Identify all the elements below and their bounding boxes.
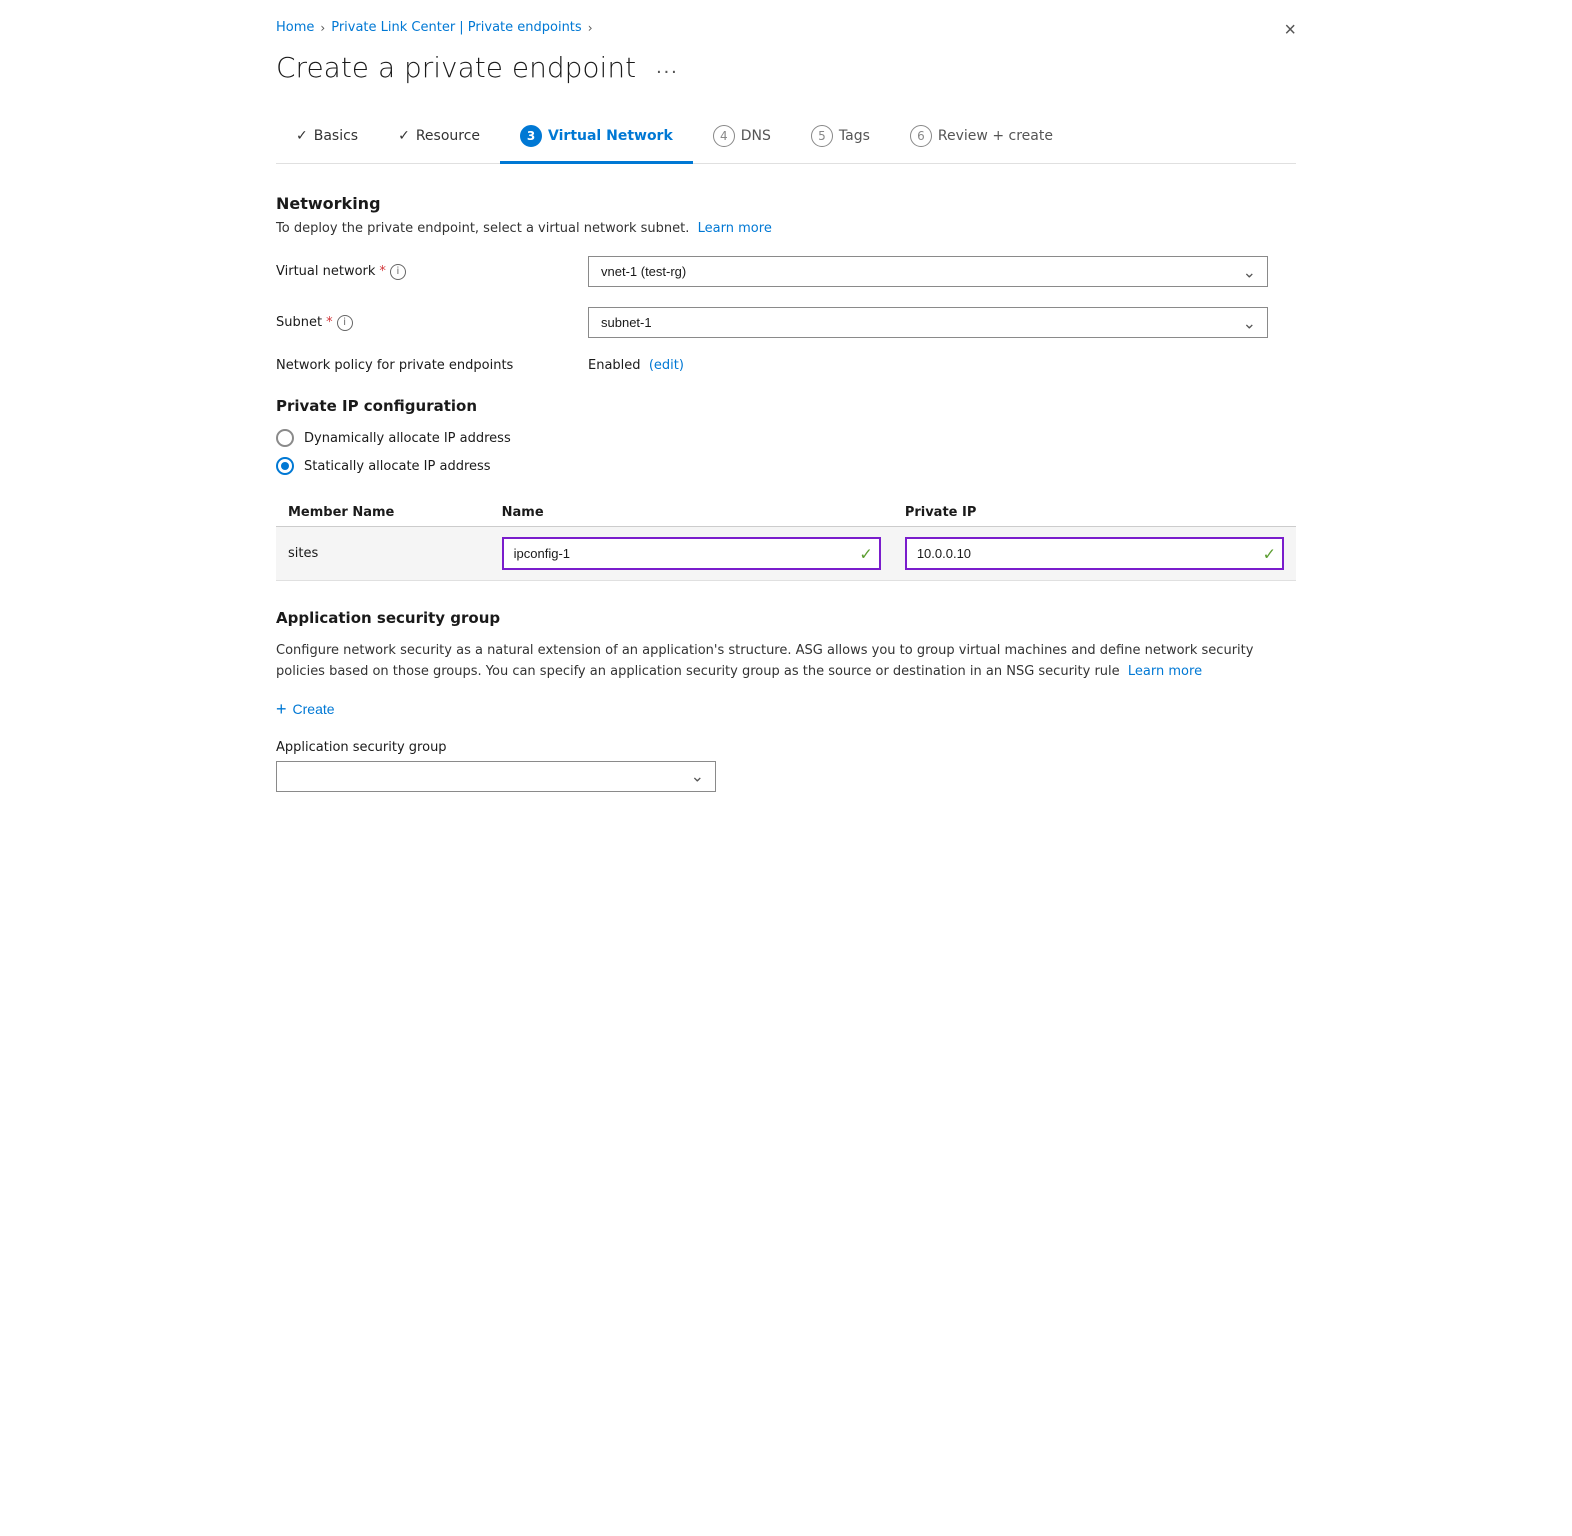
asg-create-button[interactable]: + Create bbox=[276, 699, 335, 720]
subnet-control: subnet-1 bbox=[588, 307, 1268, 338]
tab-dns[interactable]: 4 DNS bbox=[693, 115, 791, 164]
tab-resource[interactable]: ✓ Resource bbox=[378, 118, 500, 161]
cell-private-ip: ✓ bbox=[893, 527, 1296, 581]
network-policy-row: Network policy for private endpoints Ena… bbox=[276, 358, 1296, 373]
asg-learn-more[interactable]: Learn more bbox=[1128, 664, 1202, 679]
breadcrumb-sep-2: › bbox=[588, 21, 593, 35]
tab-virtual-network-circle: 3 bbox=[520, 125, 542, 147]
virtual-network-label: Virtual network * i bbox=[276, 264, 576, 280]
networking-learn-more[interactable]: Learn more bbox=[698, 221, 772, 236]
radio-static[interactable]: Statically allocate IP address bbox=[276, 457, 1296, 475]
asg-field-label: Application security group bbox=[276, 740, 1296, 755]
asg-create-label: Create bbox=[293, 701, 335, 717]
radio-dynamic-label: Dynamically allocate IP address bbox=[304, 431, 511, 446]
radio-static-label: Statically allocate IP address bbox=[304, 459, 491, 474]
policy-label: Network policy for private endpoints bbox=[276, 358, 576, 373]
tab-review-create[interactable]: 6 Review + create bbox=[890, 115, 1073, 164]
private-ip-title: Private IP configuration bbox=[276, 397, 1296, 415]
subnet-info-icon[interactable]: i bbox=[337, 315, 353, 331]
tab-resource-check: ✓ bbox=[398, 128, 410, 144]
tab-basics[interactable]: ✓ Basics bbox=[276, 118, 378, 161]
asg-select-wrapper bbox=[276, 761, 716, 792]
cell-member-name: sites bbox=[276, 527, 490, 581]
tab-review-create-label: Review + create bbox=[938, 128, 1053, 144]
networking-title: Networking bbox=[276, 194, 1296, 213]
subnet-select-wrapper: subnet-1 bbox=[588, 307, 1268, 338]
networking-desc: To deploy the private endpoint, select a… bbox=[276, 221, 1296, 236]
radio-group: Dynamically allocate IP address Statical… bbox=[276, 429, 1296, 475]
subnet-label: Subnet * i bbox=[276, 315, 576, 331]
private-ip-section: Private IP configuration Dynamically all… bbox=[276, 397, 1296, 581]
breadcrumb: Home › Private Link Center | Private end… bbox=[276, 20, 1296, 35]
virtual-network-select-wrapper: vnet-1 (test-rg) bbox=[588, 256, 1268, 287]
page-title: Create a private endpoint bbox=[276, 51, 636, 84]
ellipsis-button[interactable]: ... bbox=[648, 52, 687, 83]
radio-static-btn[interactable] bbox=[276, 457, 294, 475]
tab-basics-check: ✓ bbox=[296, 128, 308, 144]
ip-table: Member Name Name Private IP sites ✓ bbox=[276, 499, 1296, 581]
close-button[interactable]: × bbox=[1284, 20, 1296, 40]
tab-dns-circle: 4 bbox=[713, 125, 735, 147]
tab-virtual-network-label: Virtual Network bbox=[548, 128, 673, 144]
radio-dynamic[interactable]: Dynamically allocate IP address bbox=[276, 429, 1296, 447]
tab-tags[interactable]: 5 Tags bbox=[791, 115, 890, 164]
wizard-tabs: ✓ Basics ✓ Resource 3 Virtual Network 4 … bbox=[276, 114, 1296, 164]
tab-dns-label: DNS bbox=[741, 128, 771, 144]
breadcrumb-home[interactable]: Home bbox=[276, 20, 314, 35]
tab-review-circle: 6 bbox=[910, 125, 932, 147]
radio-dynamic-btn[interactable] bbox=[276, 429, 294, 447]
plus-icon: + bbox=[276, 699, 287, 720]
policy-value: Enabled (edit) bbox=[588, 358, 684, 373]
private-ip-check-icon: ✓ bbox=[1263, 544, 1276, 563]
col-name: Name bbox=[490, 499, 893, 527]
virtual-network-required: * bbox=[379, 264, 386, 279]
tab-virtual-network[interactable]: 3 Virtual Network bbox=[500, 115, 693, 164]
networking-section: Networking To deploy the private endpoin… bbox=[276, 194, 1296, 373]
tab-basics-label: Basics bbox=[314, 128, 358, 144]
breadcrumb-sep-1: › bbox=[320, 21, 325, 35]
col-member-name: Member Name bbox=[276, 499, 490, 527]
name-input-wrapper: ✓ bbox=[502, 537, 881, 570]
asg-title: Application security group bbox=[276, 609, 1296, 627]
asg-field: Application security group bbox=[276, 740, 1296, 792]
name-check-icon: ✓ bbox=[859, 544, 872, 563]
ip-table-header-row: Member Name Name Private IP bbox=[276, 499, 1296, 527]
virtual-network-control: vnet-1 (test-rg) bbox=[588, 256, 1268, 287]
table-row: sites ✓ ✓ bbox=[276, 527, 1296, 581]
virtual-network-info-icon[interactable]: i bbox=[390, 264, 406, 280]
col-private-ip: Private IP bbox=[893, 499, 1296, 527]
page-header: Create a private endpoint ... bbox=[276, 51, 1296, 84]
subnet-required: * bbox=[326, 315, 333, 330]
name-input[interactable] bbox=[502, 537, 881, 570]
virtual-network-select[interactable]: vnet-1 (test-rg) bbox=[588, 256, 1268, 287]
subnet-select[interactable]: subnet-1 bbox=[588, 307, 1268, 338]
cell-name: ✓ bbox=[490, 527, 893, 581]
tab-resource-label: Resource bbox=[416, 128, 480, 144]
tab-tags-circle: 5 bbox=[811, 125, 833, 147]
private-ip-input-wrapper: ✓ bbox=[905, 537, 1284, 570]
tab-tags-label: Tags bbox=[839, 128, 870, 144]
asg-desc: Configure network security as a natural … bbox=[276, 641, 1296, 683]
virtual-network-row: Virtual network * i vnet-1 (test-rg) bbox=[276, 256, 1296, 287]
subnet-row: Subnet * i subnet-1 bbox=[276, 307, 1296, 338]
policy-edit-link[interactable]: (edit) bbox=[649, 358, 684, 373]
asg-section: Application security group Configure net… bbox=[276, 609, 1296, 792]
asg-select[interactable] bbox=[276, 761, 716, 792]
private-ip-input[interactable] bbox=[905, 537, 1284, 570]
breadcrumb-private-link[interactable]: Private Link Center | Private endpoints bbox=[331, 20, 581, 35]
